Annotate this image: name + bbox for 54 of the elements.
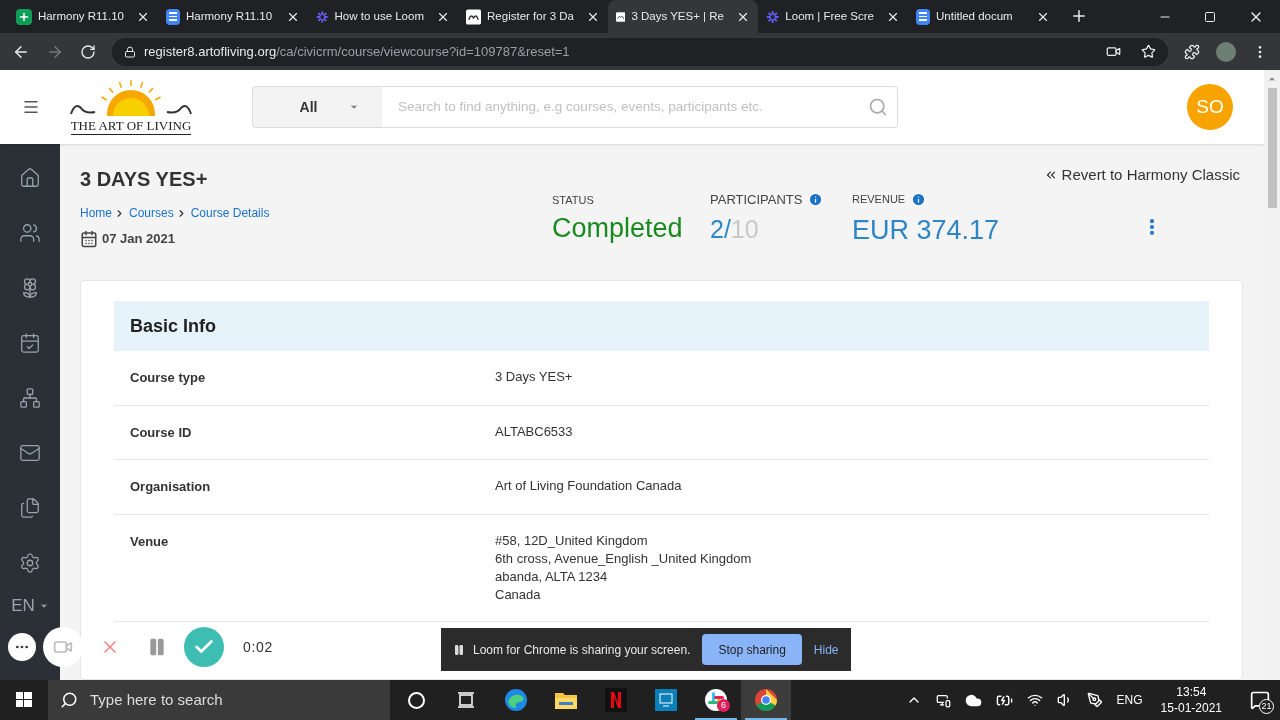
notification-count: 21: [1259, 699, 1274, 714]
section-title: Basic Info: [130, 314, 217, 338]
field-value: Canada: [495, 585, 542, 604]
participants-count: 2/10: [710, 213, 760, 245]
taskbar-search-field[interactable]: Type here to search: [48, 680, 390, 720]
field-value: #58, 12D_United Kingdom: [495, 531, 649, 550]
search-placeholder: Type here to search: [90, 689, 223, 710]
notification-badge: 6: [717, 699, 730, 712]
hide-button[interactable]: Hide: [813, 640, 839, 659]
search-field[interactable]: Search to find anything, e.g courses, events, participants etc.: [382, 86, 858, 128]
tab-title: Loom | Free Scre: [785, 8, 874, 24]
browser-tab[interactable]: 3 Days YES+ | Re: [608, 0, 758, 33]
status-label: STATUS: [552, 193, 595, 208]
browser-tab[interactable]: Loom | Free Scre: [758, 0, 908, 33]
address-bar[interactable]: register8.artofliving.org/ca/civicrm/course/viewcourse?id=109787&reset=1: [112, 37, 1168, 66]
notice-text: Loom for Chrome is sharing your screen.: [473, 641, 691, 659]
field-label: Venue: [130, 532, 170, 551]
browser-tab[interactable]: How to use Loom: [308, 0, 458, 33]
browser-tab[interactable]: Register for 3 Da: [458, 0, 608, 33]
revenue-label: REVENUE: [852, 192, 906, 207]
revert-link[interactable]: Revert to Harmony Classic: [1043, 164, 1240, 187]
breadcrumb-link[interactable]: Course Details: [190, 204, 270, 222]
browser-tab[interactable]: Harmony R11.10: [8, 0, 158, 33]
taskbar-app[interactable]: 6: [691, 680, 741, 720]
breadcrumb-link[interactable]: Home: [80, 204, 112, 222]
status-value: Completed: [552, 211, 684, 244]
clock[interactable]: 13:54 15-01-2021: [1156, 684, 1226, 716]
tab-title: Harmony R11.10: [186, 8, 273, 24]
input-language[interactable]: ENG: [1116, 691, 1143, 709]
field-label: Course type: [130, 369, 207, 387]
tab-title: Harmony R11.10: [37, 8, 124, 24]
tab-title: 3 Days YES+ | Re: [631, 8, 724, 24]
field-value: abanda, ALTA 1234: [495, 567, 609, 586]
revenue-value: EUR 374.17: [852, 213, 1001, 246]
tab-title: Register for 3 Da: [487, 8, 574, 24]
field-value: 6th cross, Avenue_English _United Kingdom: [495, 549, 752, 568]
language-dropdown[interactable]: EN: [0, 593, 60, 619]
course-date: 07 Jan 2021: [102, 230, 175, 248]
url-text: register8.artofliving.org/ca/civicrm/course/viewcourse?id=109787&reset=1: [144, 42, 570, 61]
field-value: 3 Days YES+: [495, 368, 573, 386]
tab-title: Untitled docum: [936, 8, 1013, 24]
stop-sharing-button[interactable]: Stop sharing: [702, 634, 802, 665]
tab-title: How to use Loom: [334, 8, 424, 24]
scope-dropdown[interactable]: All: [252, 86, 382, 128]
course-title: 3 DAYS YES+: [80, 167, 209, 192]
browser-tab[interactable]: Untitled docum: [908, 0, 1058, 33]
breadcrumb-link[interactable]: Courses: [129, 204, 174, 222]
logo: THE ART OF LIVING: [60, 79, 202, 135]
browser-tab[interactable]: Harmony R11.10: [158, 0, 308, 33]
participants-label: PARTICIPANTS: [710, 191, 803, 209]
field-value: Art of Living Foundation Canada: [495, 477, 682, 495]
field-value: ALTABC6533: [495, 422, 573, 441]
field-label: Organisation: [130, 478, 212, 496]
field-label: Course ID: [130, 423, 193, 442]
